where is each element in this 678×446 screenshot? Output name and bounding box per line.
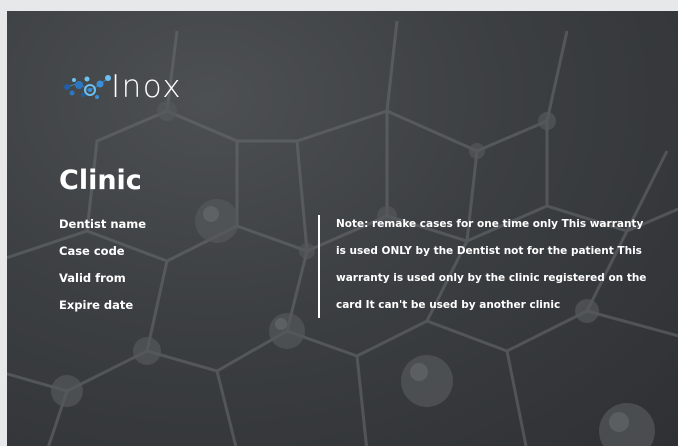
field-label-case-code: Case code (59, 244, 125, 258)
card-title: Clinic (59, 165, 142, 196)
warranty-note: Note: remake cases for one time only Thi… (336, 218, 647, 311)
field-label-valid-from: Valid from (59, 271, 126, 285)
brand-name: Inox (111, 68, 183, 105)
field-list: Dentist name Case code Valid from Expire… (59, 215, 146, 323)
vertical-divider (318, 215, 320, 318)
molecule-dots-logo-icon (64, 75, 111, 99)
field-label-dentist-name: Dentist name (59, 217, 147, 231)
field-label-expire-date: Expire date (59, 298, 134, 312)
brand-logo: Inox (59, 69, 182, 105)
warranty-card: Inox Clinic Dentist name Case code Valid… (7, 11, 678, 446)
